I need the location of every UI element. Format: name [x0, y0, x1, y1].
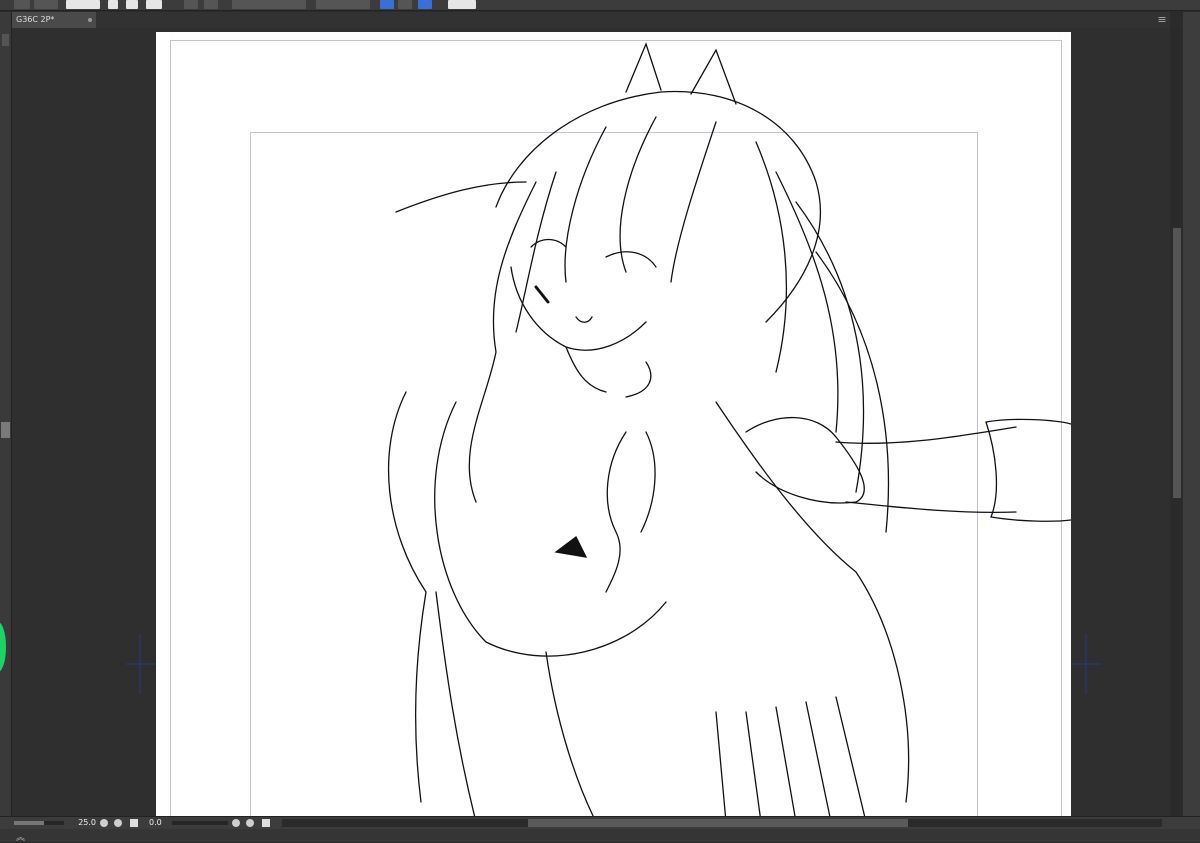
document-tab[interactable]: G36C 2P* — [12, 12, 96, 28]
panel-collapse-icon[interactable] — [2, 34, 9, 46]
undo-icon[interactable] — [184, 0, 198, 9]
tab-menu-icon[interactable]: ≡ — [1156, 14, 1168, 26]
select-icon[interactable] — [316, 0, 370, 9]
ruler-icon[interactable] — [398, 0, 412, 9]
transform-icon[interactable] — [232, 0, 306, 9]
color-indicator — [0, 622, 6, 672]
line-art-illustration — [387, 42, 1071, 816]
close-tab-icon[interactable] — [88, 18, 92, 22]
settings-icon[interactable] — [448, 0, 476, 9]
zoom-level[interactable]: 25.0 — [66, 817, 96, 829]
trash-icon[interactable] — [1, 422, 10, 438]
vertical-scrollbar[interactable] — [1172, 28, 1182, 816]
expand-up-icon[interactable]: ︽ — [16, 830, 25, 843]
zoom-out-icon[interactable] — [100, 819, 108, 827]
canvas-area[interactable] — [12, 28, 1170, 816]
pen-icon[interactable] — [380, 0, 394, 9]
status-bar: 25.0 0.0 — [0, 816, 1200, 829]
rotation-slider[interactable] — [172, 821, 228, 825]
bottom-strip: ︽ — [0, 829, 1200, 843]
document-tab-bar: G36C 2P* ≡ — [12, 12, 1170, 28]
rotation-angle[interactable]: 0.0 — [149, 817, 169, 829]
reset-rotation-icon[interactable] — [262, 819, 270, 827]
save-icon[interactable] — [146, 0, 162, 9]
rotate-left-icon[interactable] — [232, 819, 240, 827]
brush-icon[interactable] — [418, 0, 432, 9]
zoom-in-icon[interactable] — [114, 819, 122, 827]
vertical-scroll-thumb[interactable] — [1173, 228, 1181, 498]
horizontal-scroll-thumb[interactable] — [528, 819, 908, 827]
document-tab-title: G36C 2P* — [16, 15, 55, 24]
open-file-icon[interactable] — [126, 0, 138, 9]
fit-view-icon[interactable] — [130, 819, 138, 827]
left-panel — [0, 12, 12, 820]
rotate-icon[interactable] — [66, 0, 100, 9]
menu-grid-icon[interactable] — [14, 0, 30, 9]
rotate-right-icon[interactable] — [246, 819, 254, 827]
right-panel — [1183, 12, 1200, 820]
zoom-slider[interactable] — [14, 821, 64, 825]
layer-icon[interactable] — [34, 0, 58, 9]
redo-icon[interactable] — [204, 0, 218, 9]
top-toolbar — [0, 0, 1200, 11]
canvas-page[interactable] — [156, 32, 1071, 816]
new-file-icon[interactable] — [108, 0, 118, 9]
horizontal-scrollbar[interactable] — [282, 819, 1162, 827]
